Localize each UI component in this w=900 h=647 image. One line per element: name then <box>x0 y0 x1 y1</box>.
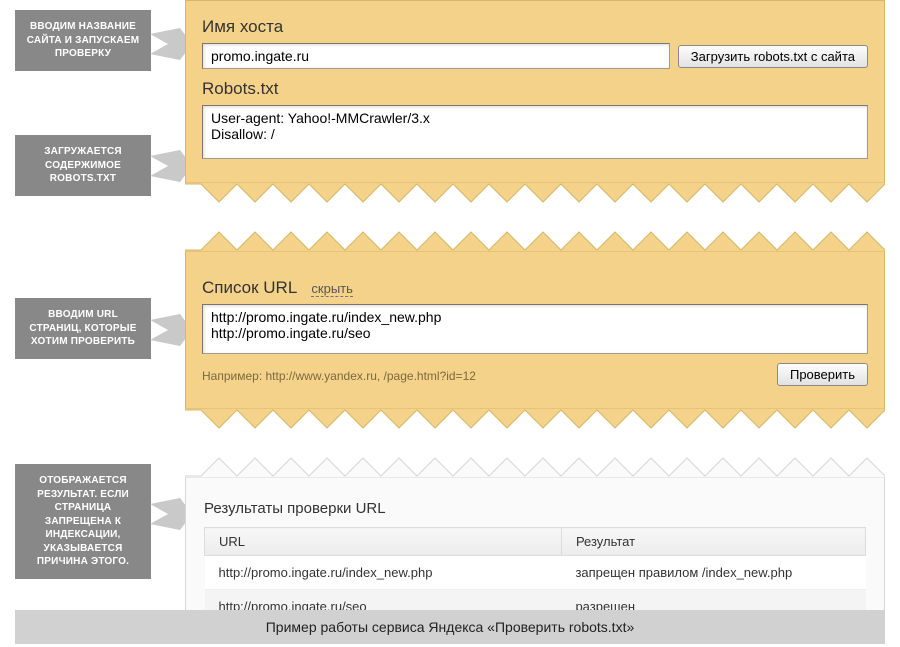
cell-url: http://promo.ingate.ru/index_new.php <box>205 556 562 590</box>
callout-robots-loaded: ЗАГРУЖАЕТСЯ СОДЕРЖИМОЕ ROBOTS.TXT <box>15 135 151 196</box>
url-list-textarea[interactable] <box>202 304 868 354</box>
panel-url-list: Список URL скрыть Например: http://www.y… <box>185 252 885 408</box>
torn-edge-icon <box>185 456 885 478</box>
robots-textarea[interactable] <box>202 105 868 159</box>
col-url: URL <box>205 528 562 556</box>
torn-edge-icon <box>185 182 885 204</box>
torn-edge-icon <box>185 230 885 252</box>
caption-bar: Пример работы сервиса Яндекса «Проверить… <box>15 610 885 644</box>
host-label: Имя хоста <box>202 17 868 37</box>
hide-link[interactable]: скрыть <box>311 281 353 297</box>
load-robots-button[interactable]: Загрузить robots.txt с сайта <box>678 45 868 68</box>
callout-result-shown: ОТОБРАЖАЕТСЯ РЕЗУЛЬТАТ. ЕСЛИ СТРАНИЦА ЗА… <box>15 464 151 579</box>
cell-result: запрещен правилом /index_new.php <box>561 556 865 590</box>
callout-enter-urls: ВВОДИМ URL СТРАНИЦ, КОТОРЫЕ ХОТИМ ПРОВЕР… <box>15 298 151 359</box>
robots-label: Robots.txt <box>202 79 868 99</box>
url-example-text: Например: http://www.yandex.ru, /page.ht… <box>202 369 476 383</box>
col-result: Результат <box>561 528 865 556</box>
check-button[interactable]: Проверить <box>777 363 868 386</box>
callout-enter-site: ВВОДИМ НАЗВАНИЕ САЙТА И ЗАПУСКАЕМ ПРОВЕР… <box>15 10 151 71</box>
torn-edge-icon <box>185 408 885 430</box>
host-input[interactable] <box>202 43 670 69</box>
table-row: http://promo.ingate.ru/index_new.php зап… <box>205 556 866 590</box>
url-list-label: Список URL скрыть <box>202 278 868 298</box>
url-list-label-text: Список URL <box>202 278 297 297</box>
results-title: Результаты проверки URL <box>204 500 866 517</box>
panel-host-robots: Имя хоста Загрузить robots.txt с сайта R… <box>185 0 885 182</box>
